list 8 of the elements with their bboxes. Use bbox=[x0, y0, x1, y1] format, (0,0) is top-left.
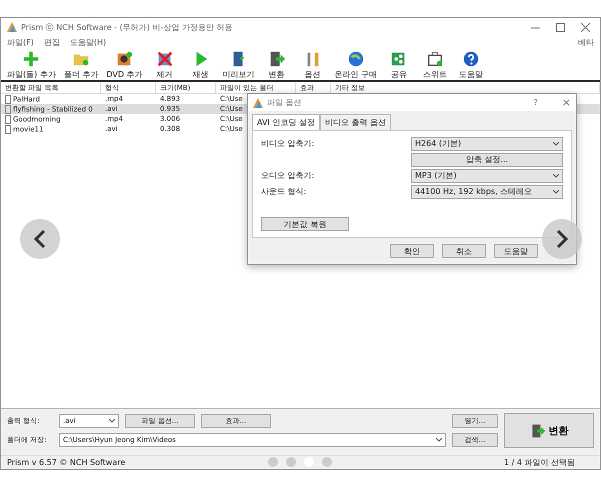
dialog-title: 파일 옵션 bbox=[267, 97, 302, 108]
audio-compressor-label: 오디오 압축기: bbox=[261, 170, 314, 182]
beta-label: 베타 bbox=[578, 36, 594, 48]
video-compressor-label: 비디오 압축기: bbox=[261, 138, 314, 150]
version-text: Prism v 6.57 © NCH Software bbox=[7, 458, 126, 467]
selection-count: 1 / 4 파일이 선택됨 bbox=[504, 457, 576, 468]
sound-format-label: 사운드 형식: bbox=[261, 186, 306, 198]
window-title: Prism ⓒ NCH Software - (무허가) 비-상업 가정용만 허용 bbox=[21, 22, 232, 32]
